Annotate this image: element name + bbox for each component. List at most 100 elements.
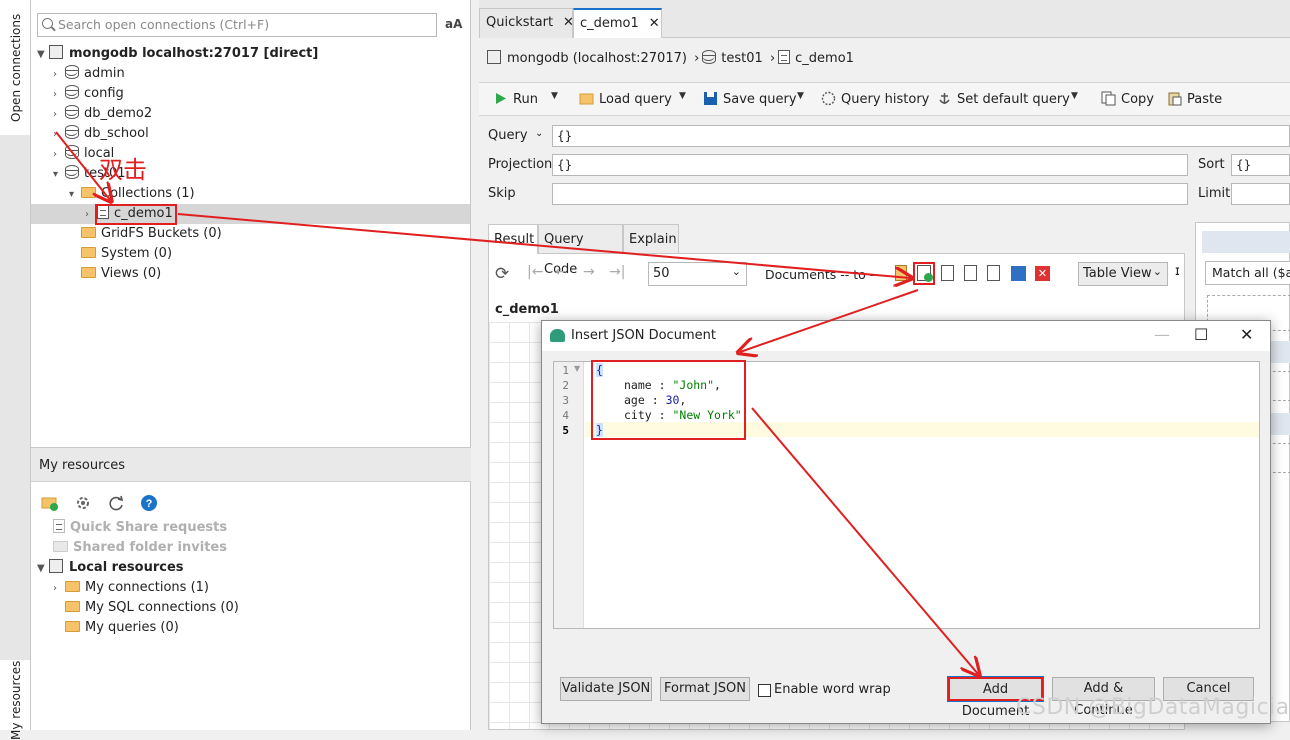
paste-button[interactable]: Paste [1167, 91, 1222, 107]
tree-my-sql-connections[interactable]: My SQL connections (0) [65, 598, 239, 618]
chevron-down-icon[interactable]: ▾ [53, 165, 65, 185]
tab-c_demo1[interactable]: c_demo1 ✕ [573, 8, 662, 38]
json-editor[interactable]: 1 2 3 4 5 ▼ { name : "John", age : 30, c… [553, 360, 1260, 629]
new-folder-icon[interactable] [41, 494, 59, 512]
word-wrap-checkbox[interactable] [758, 684, 771, 697]
query-history-button[interactable]: Query history [821, 91, 929, 107]
load-query-button[interactable]: Load query [579, 91, 672, 107]
edit-document-icon[interactable] [941, 265, 954, 281]
projection-label: Projection [488, 157, 553, 172]
tree-my-queries[interactable]: My queries (0) [65, 618, 179, 638]
local-resources-icon [49, 559, 63, 573]
font-size-toggle-button[interactable]: aA [445, 17, 462, 31]
chevron-right-icon[interactable]: › [53, 125, 65, 145]
close-icon[interactable]: ✕ [649, 16, 660, 31]
validate-icon[interactable] [1011, 266, 1026, 281]
close-icon[interactable]: ✕ [1240, 325, 1253, 344]
side-tab-my-resources[interactable]: My resources [0, 660, 31, 740]
format-json-button[interactable]: Format JSON [660, 677, 750, 701]
search-input[interactable]: Search open connections (Ctrl+F) [37, 13, 437, 37]
set-default-dropdown-icon[interactable]: ▼ [1071, 91, 1078, 101]
chevron-right-icon[interactable]: › [53, 85, 65, 105]
last-page-icon[interactable]: →| [609, 264, 625, 280]
tree-db-db_demo2[interactable]: › db_demo2 [53, 104, 152, 124]
shared-folder-invites: Shared folder invites [53, 538, 227, 558]
breadcrumb-separator: › [694, 51, 700, 66]
view-mode-select[interactable]: Table View ⌄ [1078, 262, 1168, 286]
side-tab-open-connections[interactable]: Open connections [0, 0, 31, 135]
minimize-icon[interactable]: — [1154, 325, 1170, 344]
chevron-down-icon[interactable]: ▼ [37, 559, 49, 579]
annotation-box-json [591, 360, 746, 440]
edit-pencil-icon[interactable] [964, 265, 977, 281]
page-size-select[interactable]: 50 ⌄ [648, 262, 747, 286]
tree-local-resources[interactable]: ▼ Local resources [37, 558, 184, 578]
breadcrumb-collection[interactable]: c_demo1 [795, 51, 854, 66]
projection-input[interactable]: {} [552, 154, 1188, 176]
maximize-icon[interactable]: ☐ [1194, 325, 1208, 344]
tree-folder-views[interactable]: Views (0) [81, 264, 161, 284]
save-query-dropdown-icon[interactable]: ▼ [797, 91, 804, 101]
folder-label: Collections (1) [101, 186, 195, 201]
first-page-icon[interactable]: |← [527, 264, 543, 280]
tree-db-config[interactable]: › config [53, 84, 124, 104]
query-input[interactable]: {} [552, 125, 1290, 147]
db-label: db_demo2 [84, 106, 153, 121]
next-page-icon[interactable]: → [583, 264, 595, 280]
tree-folder-gridfs[interactable]: GridFS Buckets (0) [81, 224, 222, 244]
previous-page-icon[interactable]: ← [555, 264, 567, 280]
chevron-down-icon[interactable]: ▼ [37, 45, 49, 65]
tree-my-connections[interactable]: › My connections (1) [53, 578, 209, 598]
my-connections-label: My connections (1) [85, 580, 209, 595]
chevron-down-icon: ⌄ [1152, 265, 1162, 278]
chevron-right-icon[interactable]: › [53, 65, 65, 85]
load-query-dropdown-icon[interactable]: ▼ [679, 91, 686, 101]
chevron-down-icon[interactable]: ▾ [69, 185, 81, 205]
settings-gear-icon[interactable] [74, 494, 92, 512]
tree-collections-folder[interactable]: ▾ Collections (1) [69, 184, 195, 204]
help-icon[interactable]: ? [140, 494, 158, 512]
fold-marker-icon[interactable]: ▼ [574, 364, 580, 373]
query-dropdown-icon[interactable]: ⌄ [535, 128, 543, 139]
chevron-right-icon[interactable]: › [53, 145, 65, 165]
side-tab-strip [0, 135, 31, 660]
tab-query-code[interactable]: Query Code [538, 224, 623, 277]
copy-button[interactable]: Copy [1101, 91, 1154, 107]
chevron-right-icon[interactable]: › [53, 105, 65, 125]
folder-label: System (0) [101, 246, 173, 261]
query-history-label: Query history [841, 92, 930, 107]
tree-connection[interactable]: ▼ mongodb localhost:27017 [direct] [37, 44, 318, 64]
tree-db-db_school[interactable]: › db_school [53, 124, 149, 144]
tab-explain[interactable]: Explain [623, 224, 679, 254]
annotation-box-collection [95, 204, 177, 225]
run-dropdown-icon[interactable]: ▼ [551, 91, 558, 101]
save-query-button[interactable]: Save query [703, 91, 797, 107]
tree-folder-system[interactable]: System (0) [81, 244, 172, 264]
refresh-icon[interactable]: ⟳ [495, 264, 509, 284]
limit-input[interactable] [1231, 183, 1290, 205]
match-all-select[interactable]: Match all ($ar [1205, 261, 1290, 285]
skip-label: Skip [488, 186, 516, 201]
folder-open-icon [579, 93, 594, 105]
anchor-icon [939, 93, 950, 104]
validate-json-button[interactable]: Validate JSON [560, 677, 652, 701]
tree-db-admin[interactable]: › admin [53, 64, 125, 84]
view-mode-value: Table View [1083, 266, 1152, 281]
view-document-icon[interactable] [987, 265, 1000, 281]
chevron-right-icon[interactable]: › [53, 579, 65, 599]
run-button[interactable]: Run [493, 91, 538, 107]
tab-quickstart-label: Quickstart [486, 15, 554, 30]
insert-json-dialog: Insert JSON Document — ☐ ✕ 1 2 3 4 5 ▼ {… [541, 320, 1271, 724]
tab-quickstart[interactable]: Quickstart ✕ [479, 8, 574, 38]
breadcrumb-database[interactable]: test01 [721, 51, 763, 66]
column-icon[interactable]: ɪ [1175, 264, 1180, 279]
refresh-icon[interactable] [107, 494, 125, 512]
skip-input[interactable] [552, 183, 1188, 205]
breadcrumb-connection[interactable]: mongodb (localhost:27017) [507, 51, 687, 66]
annotation-double-click: 双击 [99, 156, 147, 184]
sort-input[interactable]: {} [1231, 154, 1290, 176]
clipboard-icon[interactable] [895, 265, 907, 281]
tab-result[interactable]: Result [488, 224, 538, 254]
delete-icon[interactable]: ✕ [1035, 266, 1050, 281]
set-default-query-button[interactable]: Set default query [937, 91, 1070, 107]
